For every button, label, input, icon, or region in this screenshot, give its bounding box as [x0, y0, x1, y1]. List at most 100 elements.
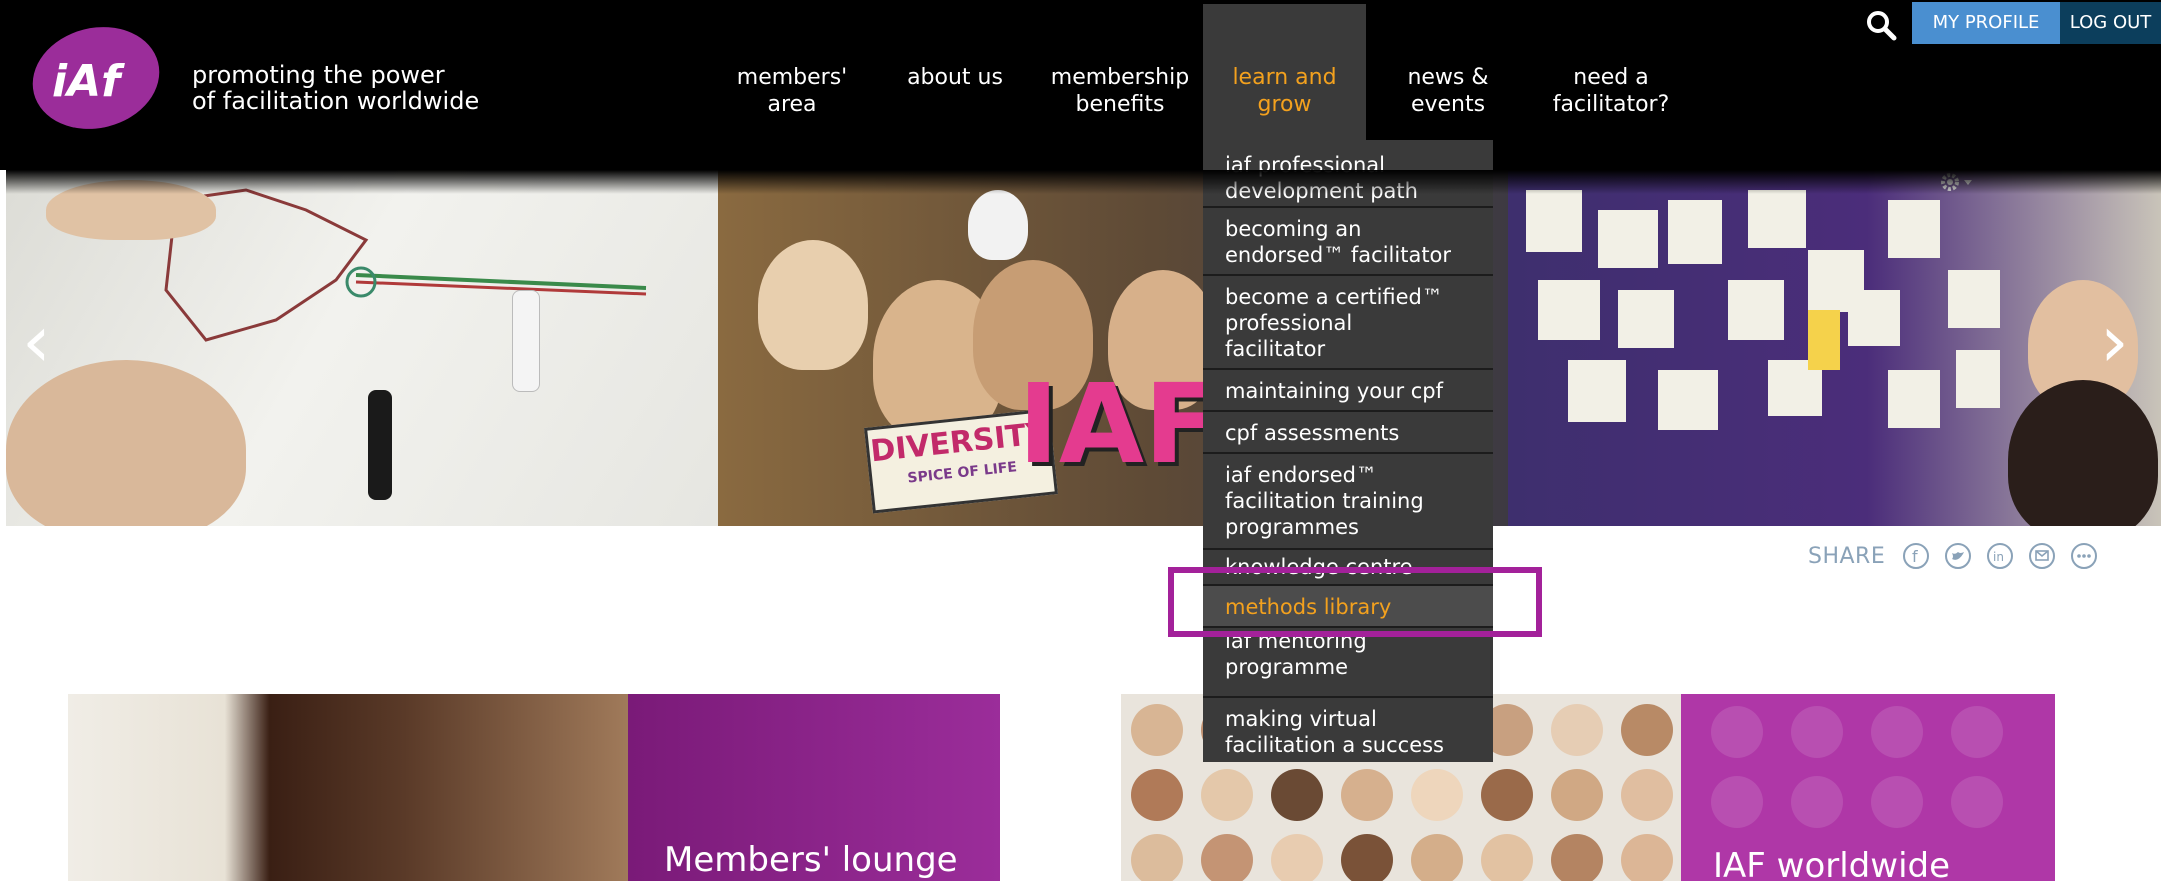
- svg-text:in: in: [1993, 550, 2004, 564]
- menu-item-label: facilitation a success: [1225, 733, 1445, 757]
- tagline-line-2: of facilitation worldwide: [192, 87, 480, 115]
- face: [1621, 704, 1673, 756]
- menu-item-label: become a certified™: [1225, 285, 1443, 309]
- hand: [6, 360, 246, 526]
- sticky-note: [1956, 350, 2000, 408]
- hero-carousel: DIVERSITY SPICE OF LIFE IAF: [6, 170, 2161, 526]
- face: [1871, 706, 1923, 758]
- nav-members-area[interactable]: members' area: [718, 4, 866, 170]
- menu-item-label: becoming an: [1225, 217, 1362, 241]
- face: [1951, 706, 2003, 758]
- menu-item-label: maintaining your cpf: [1225, 379, 1444, 403]
- menu-item-label: facilitation training: [1225, 489, 1424, 513]
- twitter-icon[interactable]: [1944, 542, 1972, 570]
- sticky-note: [1598, 210, 1658, 268]
- nav-label: grow: [1257, 92, 1312, 117]
- face: [1201, 769, 1253, 821]
- learn-and-grow-dropdown: iaf professional development path becomi…: [1203, 140, 1493, 762]
- face: [1711, 776, 1763, 828]
- more-icon[interactable]: [2070, 542, 2098, 570]
- sticky-note: [1526, 190, 1582, 252]
- face: [1201, 834, 1253, 881]
- sticky-note: [1748, 190, 1806, 248]
- menu-item-label: iaf endorsed™: [1225, 463, 1378, 487]
- nav-label: area: [767, 92, 817, 117]
- svg-text:f: f: [1912, 547, 1918, 566]
- sticky-note: [1888, 200, 1940, 258]
- marker: [368, 390, 392, 500]
- face: [1411, 769, 1463, 821]
- email-icon[interactable]: [2028, 542, 2056, 570]
- face: [1271, 769, 1323, 821]
- nav-label: news &: [1407, 65, 1489, 90]
- menu-item-cpf-assessments[interactable]: cpf assessments: [1203, 410, 1493, 452]
- speech-bubble: [968, 190, 1028, 260]
- carousel-prev-arrow[interactable]: ‹: [22, 305, 51, 377]
- nav-need-a-facilitator[interactable]: need a facilitator?: [1536, 4, 1686, 170]
- log-out-button[interactable]: LOG OUT: [2060, 2, 2161, 44]
- sticky-note: [1658, 370, 1718, 430]
- hero-photo-wall: [1508, 170, 2161, 526]
- nav-membership-benefits[interactable]: membership benefits: [1040, 4, 1200, 170]
- face: [1711, 706, 1763, 758]
- face: [1791, 706, 1843, 758]
- tagline-line-1: promoting the power: [192, 61, 445, 89]
- hero-fade: [6, 170, 2161, 194]
- menu-item-become-certified-facilitator[interactable]: become a certified™ professional facilit…: [1203, 274, 1493, 368]
- face: [1551, 834, 1603, 881]
- sticky-note: [1668, 200, 1722, 264]
- face: [1481, 834, 1533, 881]
- iaf-logo[interactable]: iAf: [28, 22, 164, 130]
- face: [1551, 769, 1603, 821]
- facebook-icon[interactable]: f: [1902, 542, 1930, 570]
- nav-label: about us: [907, 65, 1003, 90]
- nav-label: need a: [1573, 65, 1649, 90]
- annotation-highlight-box: [1168, 567, 1542, 637]
- nav-label: facilitator?: [1552, 92, 1670, 117]
- face: [1341, 769, 1393, 821]
- menu-item-endorsed-training-programmes[interactable]: iaf endorsed™ facilitation training prog…: [1203, 452, 1493, 548]
- face: [1621, 769, 1673, 821]
- members-lounge-title: Members' lounge: [664, 840, 958, 880]
- tagline: promoting the power of facilitation worl…: [192, 62, 479, 114]
- nav-label: membership: [1050, 65, 1190, 90]
- menu-item-virtual-facilitation[interactable]: making virtual facilitation a success: [1203, 696, 1493, 762]
- members-lounge-card[interactable]: Members' lounge: [68, 694, 1000, 881]
- linkedin-icon[interactable]: in: [1986, 542, 2014, 570]
- menu-item-label: making virtual: [1225, 707, 1377, 731]
- carousel-next-arrow[interactable]: ›: [2100, 305, 2129, 377]
- sticky-note: [1538, 280, 1600, 340]
- face: [1131, 769, 1183, 821]
- site-header: iAf promoting the power of facilitation …: [0, 0, 2161, 170]
- menu-item-becoming-endorsed-facilitator[interactable]: becoming an endorsed™ facilitator: [1203, 206, 1493, 274]
- members-lounge-image: [68, 694, 628, 881]
- sticky-note: [1728, 280, 1784, 340]
- search-icon[interactable]: [1864, 8, 1898, 42]
- menu-item-label: professional: [1225, 311, 1353, 335]
- face: [1411, 834, 1463, 881]
- sticky-note: [1808, 310, 1840, 370]
- sticky-note: [1948, 270, 2000, 328]
- nav-label: members': [736, 65, 848, 90]
- marker: [512, 290, 540, 392]
- my-profile-button[interactable]: MY PROFILE: [1912, 2, 2060, 44]
- share-label: SHARE: [1808, 544, 1886, 569]
- face: [1271, 834, 1323, 881]
- sticky-note: [1618, 290, 1674, 348]
- face: [1791, 776, 1843, 828]
- menu-item-label: endorsed™ facilitator: [1225, 243, 1452, 267]
- menu-item-maintaining-cpf[interactable]: maintaining your cpf: [1203, 368, 1493, 410]
- face: [1951, 776, 2003, 828]
- menu-item-label: programmes: [1225, 515, 1359, 539]
- menu-item-label: cpf assessments: [1225, 421, 1400, 445]
- hero-photo-markers: [6, 170, 718, 526]
- person-body: [2008, 380, 2158, 526]
- menu-item-label: programme: [1225, 655, 1349, 679]
- nav-about-us[interactable]: about us: [890, 4, 1020, 170]
- nav-label: learn and: [1232, 65, 1337, 90]
- nav-label: events: [1410, 92, 1486, 117]
- face: [1341, 834, 1393, 881]
- sticky-note: [1848, 290, 1900, 346]
- nav-label: benefits: [1075, 92, 1165, 117]
- menu-item-label: facilitator: [1225, 337, 1326, 361]
